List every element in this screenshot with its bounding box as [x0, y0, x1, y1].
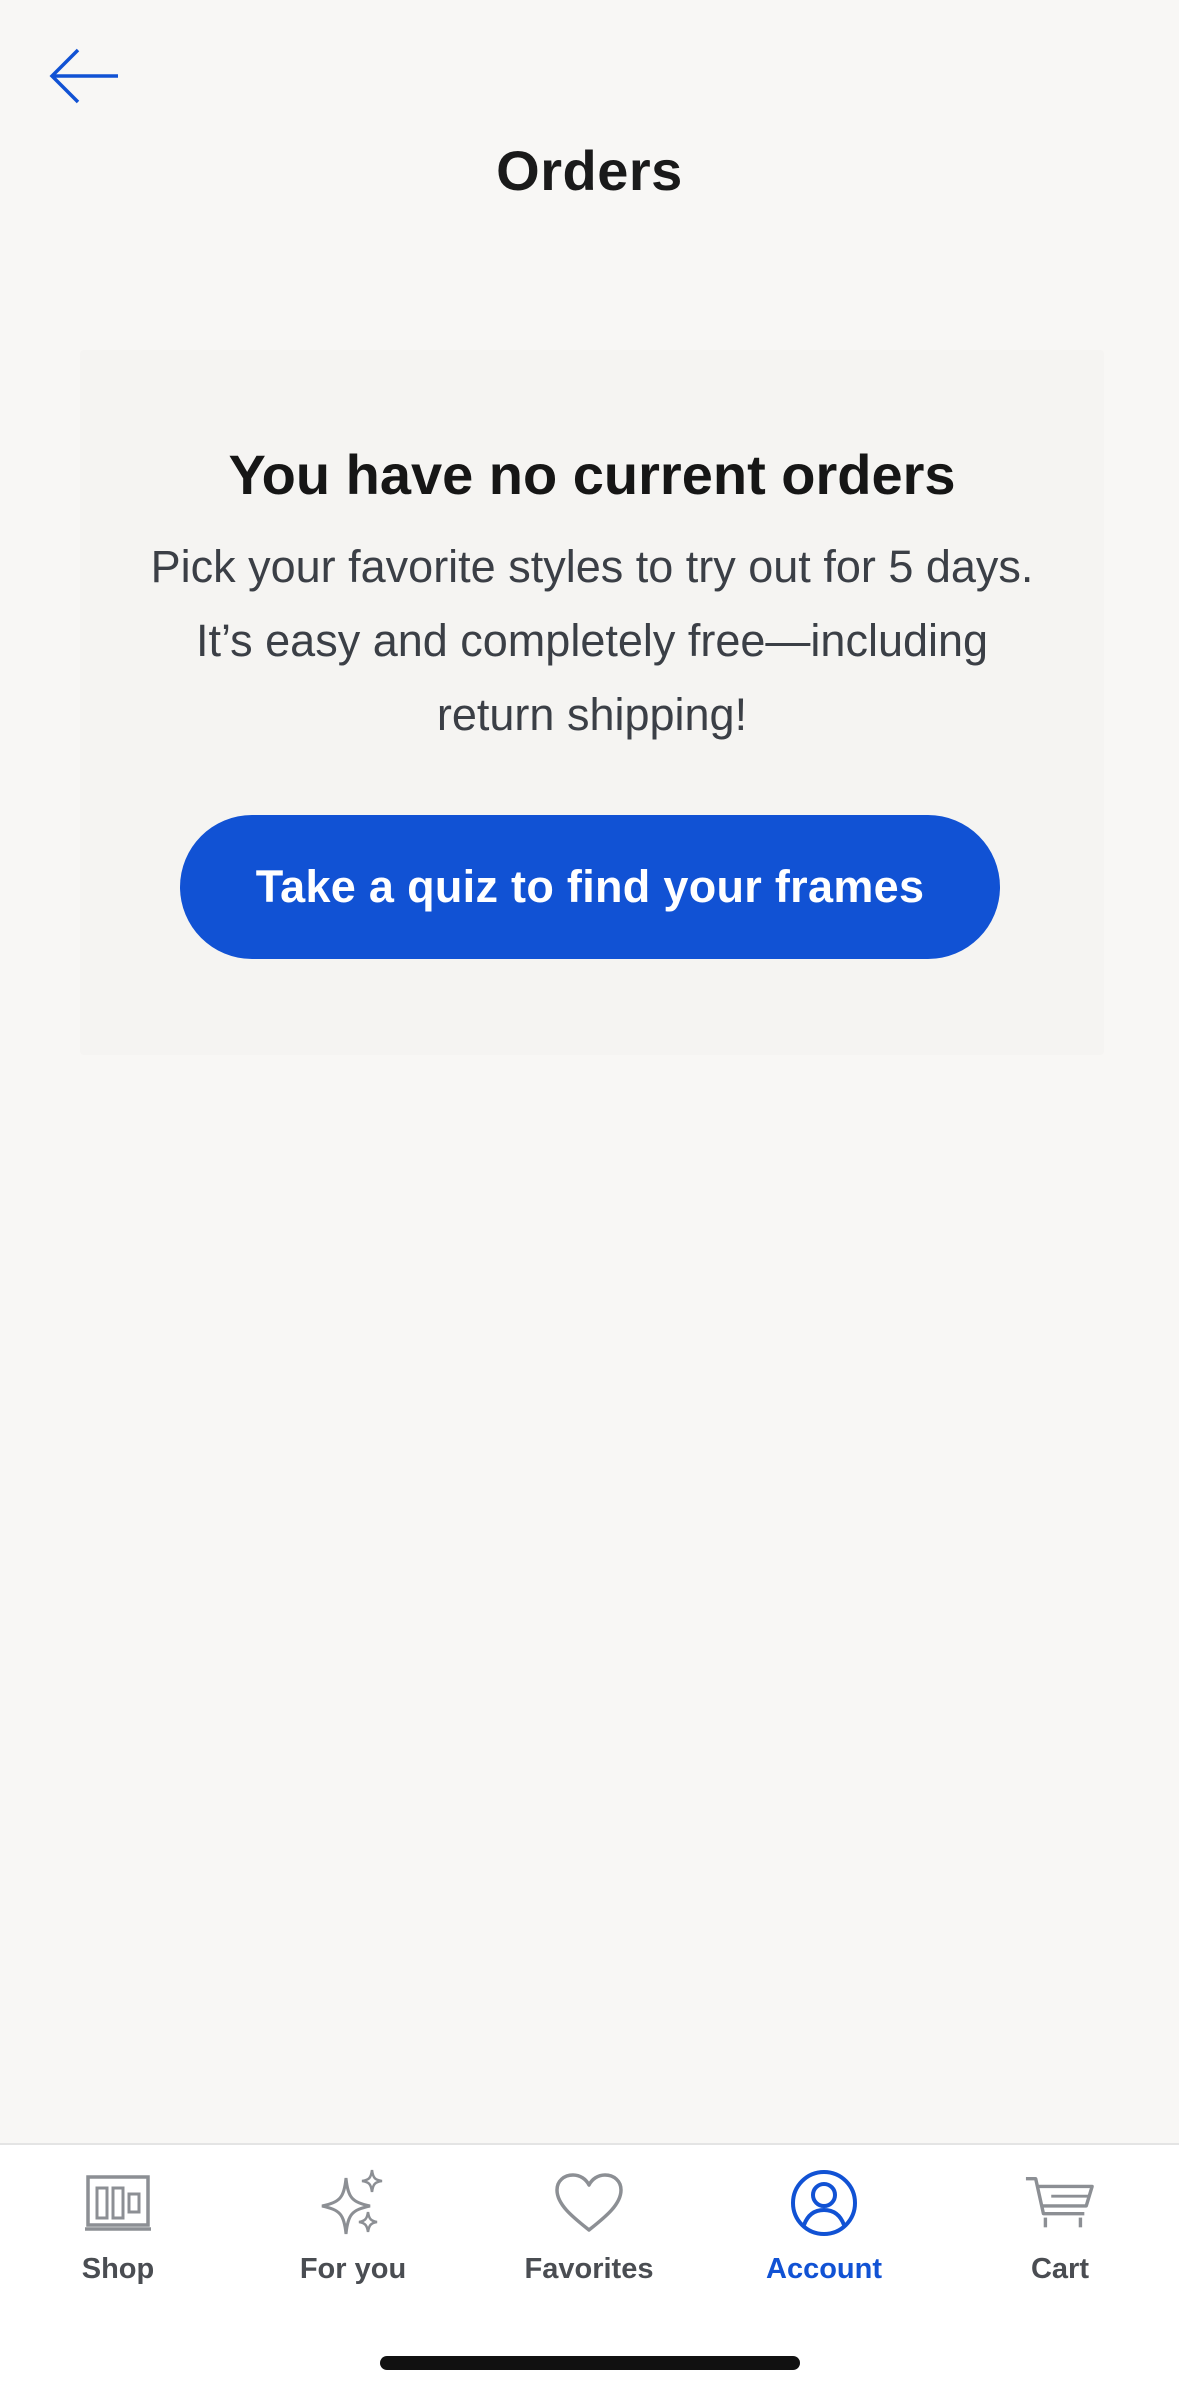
page-title: Orders — [496, 139, 683, 202]
tab-favorites-label: Favorites — [524, 2253, 654, 2285]
shop-icon — [82, 2167, 154, 2239]
tab-account[interactable]: Account — [724, 2167, 924, 2307]
empty-state-description: Pick your favorite styles to try out for… — [150, 541, 1034, 740]
tab-for-you-label: For you — [299, 2253, 407, 2285]
tab-cart[interactable]: Cart — [960, 2167, 1160, 2307]
home-indicator — [380, 2356, 800, 2370]
tab-for-you[interactable]: For you — [253, 2167, 453, 2307]
empty-orders-card: You have no current orders Pick your fav… — [80, 350, 1104, 1055]
account-icon — [788, 2167, 860, 2239]
heart-icon — [553, 2167, 625, 2239]
tab-shop-label: Shop — [81, 2253, 155, 2285]
tab-favorites[interactable]: Favorites — [489, 2167, 689, 2307]
tab-account-label: Account — [766, 2253, 882, 2285]
sparkle-icon — [317, 2167, 389, 2239]
cart-icon — [1024, 2167, 1096, 2239]
back-button[interactable] — [44, 40, 124, 112]
take-quiz-button[interactable]: Take a quiz to find your frames — [180, 815, 1000, 959]
tab-cart-label: Cart — [1030, 2253, 1089, 2285]
empty-state-heading: You have no current orders — [228, 443, 956, 506]
back-arrow-icon — [49, 48, 118, 104]
tab-shop[interactable]: Shop — [18, 2167, 218, 2307]
